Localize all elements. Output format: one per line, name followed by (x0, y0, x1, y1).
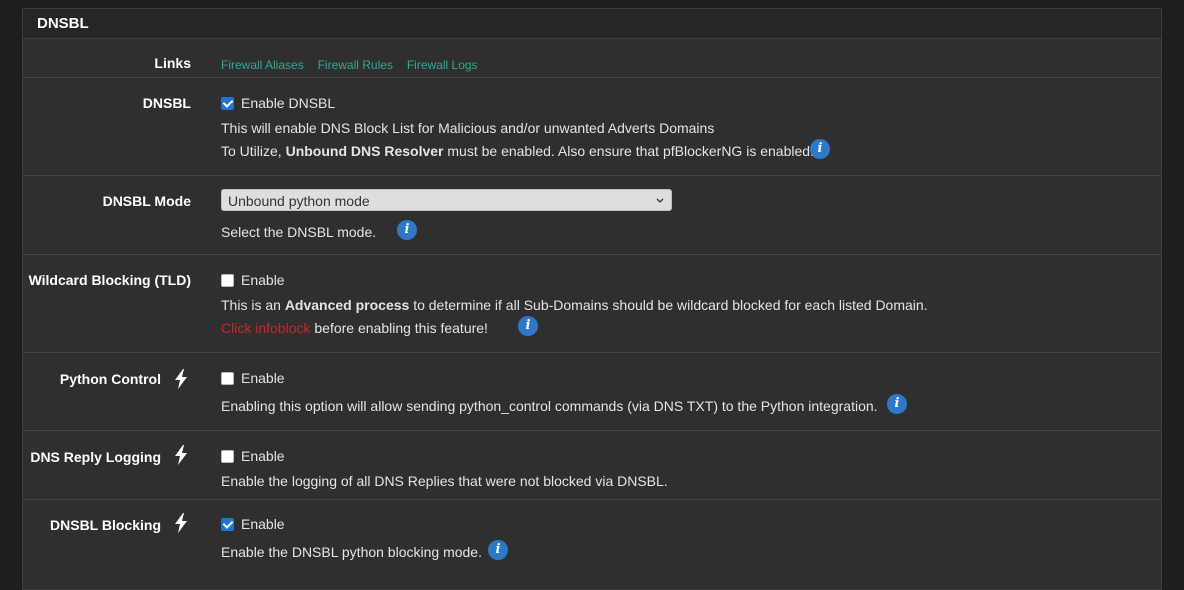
dns-reply-logging-description: Enable the logging of all DNS Replies th… (221, 473, 668, 489)
links-label: Links (154, 55, 191, 71)
python-control-row: Python Control Enable Enabling this opti… (23, 353, 1161, 431)
wildcard-blocking-row: Wildcard Blocking (TLD) Enable This is a… (23, 255, 1161, 353)
dnsbl-blocking-row: DNSBL Blocking Enable Enable the DNSBL p… (23, 500, 1161, 580)
link-firewall-logs[interactable]: Firewall Logs (407, 58, 478, 72)
dnsbl-blocking-checkbox[interactable] (221, 518, 234, 531)
python-control-description: Enabling this option will allow sending … (221, 398, 878, 414)
link-firewall-aliases[interactable]: Firewall Aliases (221, 58, 304, 72)
link-firewall-rules[interactable]: Firewall Rules (318, 58, 393, 72)
dnsbl-utilize-note: To Utilize, Unbound DNS Resolver must be… (221, 143, 814, 159)
bolt-icon (175, 513, 187, 533)
info-icon[interactable]: i (518, 316, 538, 336)
wildcard-warning: Click infoblock before enabling this fea… (221, 320, 488, 336)
dnsbl-blocking-enable-label: Enable (241, 516, 285, 532)
bolt-icon (175, 369, 187, 389)
enable-dnsbl-label: Enable DNSBL (241, 95, 336, 111)
click-infoblock-link[interactable]: Click infoblock (221, 320, 310, 336)
enable-dnsbl-checkbox[interactable] (221, 97, 234, 110)
dns-reply-logging-row: DNS Reply Logging Enable Enable the logg… (23, 431, 1161, 500)
wildcard-blocking-label: Wildcard Blocking (TLD) (28, 272, 191, 288)
python-control-label: Python Control (59, 371, 161, 387)
links-row: Links Firewall Aliases Firewall Rules Fi… (23, 39, 1161, 78)
python-control-enable-label: Enable (241, 370, 285, 386)
wildcard-enable-label: Enable (241, 272, 285, 288)
dns-reply-logging-label: DNS Reply Logging (30, 449, 161, 465)
python-control-enable-option[interactable]: Enable (221, 370, 285, 386)
wildcard-description: This is an Advanced process to determine… (221, 297, 928, 313)
wildcard-enable-option[interactable]: Enable (221, 272, 285, 288)
dnsbl-description: This will enable DNS Block List for Mali… (221, 120, 715, 136)
dnsbl-mode-selected-value: Unbound python mode (228, 193, 370, 209)
dnsbl-panel: DNSBL Links Firewall Aliases Firewall Ru… (22, 8, 1162, 590)
info-icon[interactable]: i (810, 139, 830, 159)
dnsbl-mode-select[interactable]: Unbound python mode (221, 189, 672, 211)
info-icon[interactable]: i (887, 394, 907, 414)
dnsbl-label: DNSBL (142, 95, 191, 111)
dnsbl-blocking-label: DNSBL Blocking (50, 517, 161, 533)
dnsbl-mode-label: DNSBL Mode (102, 193, 191, 209)
enable-dnsbl-option[interactable]: Enable DNSBL (221, 95, 335, 111)
dns-reply-logging-enable-option[interactable]: Enable (221, 448, 285, 464)
dns-reply-logging-enable-label: Enable (241, 448, 285, 464)
panel-title: DNSBL (23, 9, 1161, 39)
info-icon[interactable]: i (488, 540, 508, 560)
dnsbl-row: DNSBL Enable DNSBL This will enable DNS … (23, 78, 1161, 176)
dnsbl-blocking-enable-option[interactable]: Enable (221, 516, 285, 532)
python-control-checkbox[interactable] (221, 372, 234, 385)
dns-reply-logging-checkbox[interactable] (221, 450, 234, 463)
dnsbl-blocking-description: Enable the DNSBL python blocking mode. (221, 544, 482, 560)
wildcard-enable-checkbox[interactable] (221, 274, 234, 287)
dnsbl-mode-description: Select the DNSBL mode. (221, 224, 377, 240)
bolt-icon (175, 445, 187, 465)
dnsbl-mode-row: DNSBL Mode Unbound python mode Select th… (23, 176, 1161, 255)
chevron-down-icon (656, 198, 664, 203)
info-icon[interactable]: i (397, 220, 417, 240)
